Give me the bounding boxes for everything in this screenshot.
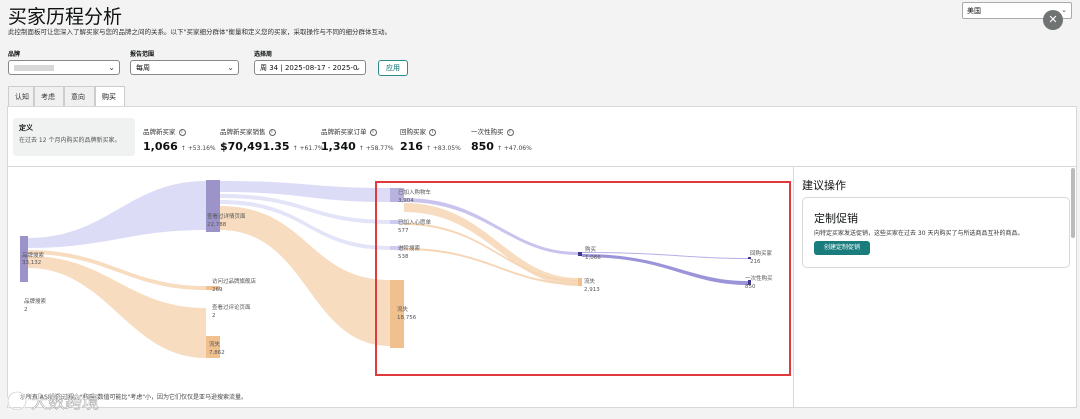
metric-value: 216 (400, 140, 423, 153)
week-select[interactable]: 周 34 | 2025-08-17 - 2025-0 ⌄ (254, 60, 366, 75)
metric-new-buyers: 品牌新买家 i 1,066 ↑ +53.16% (143, 126, 216, 153)
info-icon[interactable]: i (506, 128, 514, 136)
node-brand-search[interactable] (20, 236, 28, 282)
range-select[interactable]: 每周 ⌄ (130, 60, 239, 75)
label-detail-page: 查看过详情页面 (207, 212, 246, 220)
flow-search-to-detail (28, 181, 206, 248)
value-dropoff-1: 7,862 (209, 350, 225, 356)
page-subtitle: 此控制面板可让您深入了解买家与您的品牌之间的关系。以下"买家细分群体"衡量和定义… (8, 28, 391, 36)
metric-value: 850 (471, 140, 494, 153)
metric-new-buyer-orders: 品牌新买家订单 i 1,340 ↑ +58.77% (321, 126, 394, 153)
metric-new-buyer-sales: 品牌新买家销售 i $70,491.35 ↑ +61.7% (220, 126, 324, 153)
brand-value-redacted (14, 65, 54, 71)
value-review-page: 2 (212, 313, 216, 319)
brand-label: 品牌 (8, 51, 21, 58)
metric-change: ↑ +53.16% (180, 145, 216, 152)
info-icon[interactable]: i (268, 128, 276, 136)
close-button[interactable]: ✕ (1043, 10, 1063, 30)
chevron-down-icon: ⌄ (108, 63, 115, 72)
metric-change: ↑ +47.06% (496, 145, 532, 152)
range-label: 报告范围 (130, 51, 155, 58)
marketplace-value: 美国 (967, 7, 981, 15)
tab-consideration[interactable]: 考虑 (34, 86, 64, 106)
brand-select[interactable]: ⌄ (8, 60, 120, 75)
value-brand-search: 33,132 (22, 260, 41, 266)
info-icon[interactable]: i (429, 128, 436, 136)
metric-value: 1,066 (143, 140, 178, 153)
metric-change: ↑ +83.05% (425, 145, 461, 152)
flow-detail-to-cart (220, 181, 390, 202)
label-review-page: 查看过评论页面 (212, 303, 251, 311)
highlight-box (375, 181, 791, 376)
page-title: 买家历程分析 (8, 6, 123, 28)
range-value: 每周 (136, 64, 150, 72)
recommendation-card-text: 向特定买家发送促销，这些买家在过去 30 天内购买了与所选商品互补的商品。 (814, 230, 1024, 237)
tab-intent[interactable]: 意向 (64, 86, 95, 106)
chevron-down-icon: ⌄ (1061, 6, 1067, 14)
value-brand-store: 269 (212, 287, 223, 293)
metric-label: 回购买家 (400, 128, 426, 136)
apply-button[interactable]: 应用 (378, 60, 408, 76)
label-dropoff-1: 流失 (209, 340, 221, 348)
watermark-logo-icon: 大数跨境 (6, 390, 99, 413)
week-label: 选择周 (254, 51, 273, 58)
scrollbar[interactable] (1071, 168, 1075, 238)
chevron-down-icon: ⌄ (354, 63, 361, 72)
metric-change: ↑ +61.7% (292, 145, 324, 152)
create-promotion-button[interactable]: 创建定制促销 (814, 241, 870, 255)
pane-divider (793, 167, 794, 408)
watermark-text: 大数跨境 (31, 393, 99, 413)
recommendations-title: 建议操作 (802, 179, 846, 192)
week-value: 周 34 | 2025-08-17 - 2025-0 (260, 64, 358, 72)
metric-repeat-buyers: 回购买家 i 216 ↑ +83.05% (400, 126, 461, 153)
definition-text: 在过去 12 个月内购买的品牌新买家。 (19, 137, 121, 144)
flow-detail-to-dropoff (220, 206, 390, 346)
info-icon[interactable]: i (369, 128, 377, 136)
chevron-down-icon: ⌄ (227, 63, 234, 72)
definition-box: 定义 在过去 12 个月内购买的品牌新买家。 (13, 118, 135, 156)
label-brand-store: 访问过品牌旗舰店 (212, 277, 257, 285)
value-detail-page: 22,788 (207, 222, 227, 228)
recommendation-card-title: 定制促销 (814, 212, 858, 225)
value-brand-search-2: 2 (24, 307, 28, 313)
definition-title: 定义 (19, 124, 33, 132)
metric-label: 一次性购买 (471, 128, 504, 136)
metric-label: 品牌新买家订单 (321, 128, 367, 136)
section-divider (8, 166, 1076, 167)
tab-awareness[interactable]: 认知 (8, 86, 34, 106)
metric-change: ↑ +58.77% (358, 145, 394, 152)
metric-value: $70,491.35 (220, 140, 290, 153)
close-icon: ✕ (1048, 13, 1058, 26)
info-icon[interactable]: i (178, 128, 186, 136)
tab-purchase[interactable]: 购买 (95, 86, 125, 106)
watermark: 大数跨境 (5, 388, 155, 414)
metric-value: 1,340 (321, 140, 356, 153)
metric-label: 品牌新买家 (143, 128, 176, 136)
metric-label: 品牌新买家销售 (220, 128, 266, 136)
label-brand-search-2: 品牌搜索 (24, 297, 47, 305)
metric-one-time: 一次性购买 i 850 ↑ +47.06% (471, 126, 532, 153)
label-brand-search: 品牌搜索 (22, 251, 45, 259)
